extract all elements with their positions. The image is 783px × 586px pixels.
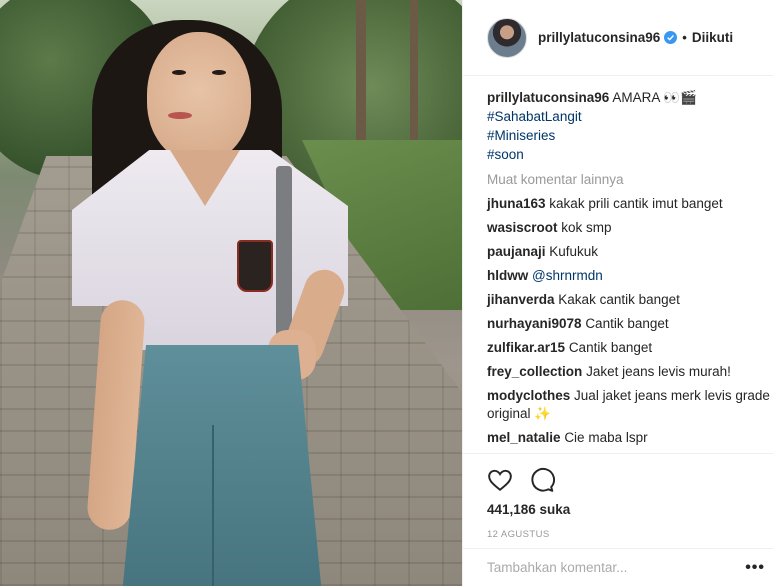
comment-username[interactable]: jihanverda bbox=[487, 292, 555, 307]
avatar[interactable] bbox=[487, 17, 527, 58]
caption-text: AMARA 👀🎬 bbox=[612, 90, 697, 105]
post-actions-section: 441,186 suka 12 AGUSTUS bbox=[463, 453, 773, 540]
comment-username[interactable]: modyclothes bbox=[487, 388, 570, 403]
comment-item: mel_natalie Cie maba lspr bbox=[487, 429, 773, 447]
add-comment-section: ••• bbox=[463, 548, 773, 586]
heart-icon[interactable] bbox=[487, 467, 513, 496]
comment-bubble-icon[interactable] bbox=[529, 467, 555, 496]
post-sidebar: prillylatuconsina96 • Diikuti prillylatu… bbox=[462, 0, 783, 586]
hashtag-miniseries[interactable]: #Miniseries bbox=[487, 126, 773, 145]
follow-status-button[interactable]: Diikuti bbox=[692, 30, 733, 45]
comment-username[interactable]: jhuna163 bbox=[487, 196, 546, 211]
caption-username[interactable]: prillylatuconsina96 bbox=[487, 90, 609, 105]
comment-item: paujanaji Kufukuk bbox=[487, 243, 773, 261]
comment-text: Cie maba lspr bbox=[564, 430, 648, 445]
hashtag-soon[interactable]: #soon bbox=[487, 145, 773, 164]
comment-item: hldww @shrnrmdn bbox=[487, 267, 773, 285]
post-date[interactable]: 12 AGUSTUS bbox=[487, 529, 773, 540]
comment-username[interactable]: hldww bbox=[487, 268, 528, 283]
comment-username[interactable]: mel_natalie bbox=[487, 430, 561, 445]
comment-text: Jaket jeans levis murah! bbox=[586, 364, 731, 379]
post-header: prillylatuconsina96 • Diikuti bbox=[463, 0, 773, 76]
comment-item: jihanverda Kakak cantik banget bbox=[487, 291, 773, 309]
comment-item: zulfikar.ar15 Cantik banget bbox=[487, 339, 773, 357]
comment-username[interactable]: zulfikar.ar15 bbox=[487, 340, 565, 355]
post-photo[interactable] bbox=[0, 0, 462, 586]
add-comment-input[interactable] bbox=[487, 560, 717, 575]
comment-item: jhuna163 kakak prili cantik imut banget bbox=[487, 195, 773, 213]
separator-dot: • bbox=[682, 30, 687, 45]
comment-item: nurhayani9078 Cantik banget bbox=[487, 315, 773, 333]
comment-item: frey_collection Jaket jeans levis murah! bbox=[487, 363, 773, 381]
comment-mention-link[interactable]: @shrnrmdn bbox=[532, 268, 603, 283]
comment-username[interactable]: frey_collection bbox=[487, 364, 582, 379]
hashtag-sahabatlangit[interactable]: #SahabatLangit bbox=[487, 107, 773, 126]
comment-text: Kufukuk bbox=[549, 244, 599, 259]
header-username[interactable]: prillylatuconsina96 bbox=[538, 30, 660, 45]
comment-text: Cantik banget bbox=[568, 340, 653, 355]
comment-item: wasiscroot kok smp bbox=[487, 219, 773, 237]
caption: prillylatuconsina96 AMARA 👀🎬 #SahabatLan… bbox=[487, 88, 773, 164]
comment-username[interactable]: wasiscroot bbox=[487, 220, 558, 235]
comment-text: kakak prili cantik imut banget bbox=[549, 196, 723, 211]
comment-item: modyclothes Jual jaket jeans merk levis … bbox=[487, 387, 773, 423]
comment-text: Cantik banget bbox=[585, 316, 669, 331]
more-options-icon[interactable]: ••• bbox=[745, 559, 765, 577]
likes-count[interactable]: 441,186 suka bbox=[487, 502, 773, 517]
scrollbar[interactable] bbox=[773, 0, 783, 586]
action-bar bbox=[487, 454, 773, 498]
comment-username[interactable]: paujanaji bbox=[487, 244, 546, 259]
verified-badge-icon bbox=[664, 31, 678, 44]
comment-text: Kakak cantik banget bbox=[558, 292, 680, 307]
comment-username[interactable]: nurhayani9078 bbox=[487, 316, 582, 331]
comment-text: kok smp bbox=[561, 220, 612, 235]
comments-list: prillylatuconsina96 AMARA 👀🎬 #SahabatLan… bbox=[463, 76, 783, 447]
instagram-post: prillylatuconsina96 • Diikuti prillylatu… bbox=[0, 0, 783, 586]
load-more-comments-link[interactable]: Muat komentar lainnya bbox=[487, 171, 773, 189]
